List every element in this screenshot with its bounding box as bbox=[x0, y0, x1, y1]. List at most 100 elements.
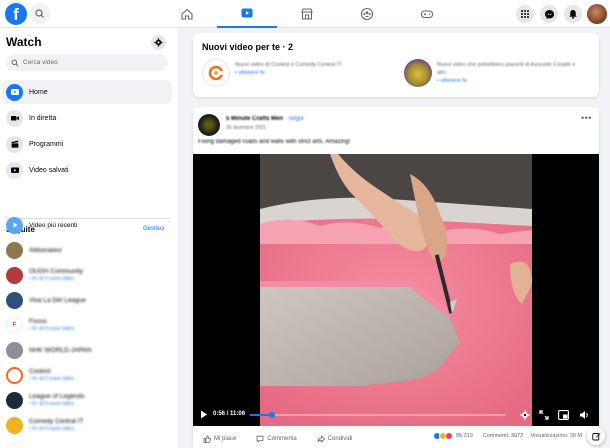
following-sub: • 9+ di 9 nuovi video bbox=[29, 401, 74, 407]
follow-link[interactable]: · Segui bbox=[285, 116, 304, 122]
video-still bbox=[260, 154, 532, 426]
page-avatar[interactable] bbox=[198, 114, 220, 136]
tab-groups[interactable] bbox=[337, 0, 397, 28]
following-item[interactable]: Comedy Central IT • 9+ di 9 nuovi video bbox=[4, 413, 174, 437]
following-item[interactable]: Viva La Dirt League bbox=[4, 288, 174, 312]
new-video-link[interactable]: • ottenere fe bbox=[235, 70, 265, 76]
top-navigation-bar: f bbox=[0, 0, 610, 28]
facebook-logo-icon[interactable]: f bbox=[5, 3, 27, 25]
comment-button[interactable]: Commenta bbox=[256, 435, 297, 443]
cookist-logo-icon bbox=[208, 65, 224, 81]
comment-label: Commenta bbox=[267, 435, 297, 442]
sidebar-item-label: Video salvati bbox=[29, 166, 69, 174]
share-button[interactable]: Condividi bbox=[317, 434, 352, 443]
post-actions: Mi piace Commenta Condividi 95 319 Comme… bbox=[193, 429, 599, 448]
following-item[interactable]: Cookist • 9+ di 9 nuovi video bbox=[4, 363, 174, 387]
compose-icon bbox=[591, 432, 600, 440]
following-item[interactable]: Video più recenti bbox=[4, 213, 174, 237]
following-item[interactable]: OUGH Community • 9+ di 9 nuovi video bbox=[4, 263, 174, 287]
progress-handle[interactable] bbox=[268, 412, 275, 418]
view-count: Visualizzazioni: 30 M bbox=[530, 433, 582, 439]
tab-home[interactable] bbox=[157, 0, 217, 28]
like-label: Mi piace bbox=[214, 435, 237, 442]
following-name: Focus bbox=[29, 318, 47, 325]
notifications-icon bbox=[569, 10, 577, 19]
menu-grid-icon bbox=[521, 10, 529, 18]
play-icon bbox=[13, 222, 17, 228]
comment-count[interactable]: Commenti: 3072 bbox=[483, 433, 523, 439]
following-name: OUGH Community bbox=[29, 268, 84, 275]
avatar bbox=[6, 366, 23, 384]
following-item[interactable]: League of Legends • 9+ di 9 nuovi video bbox=[4, 388, 174, 412]
following-item[interactable]: NHK WORLD-JAPAN bbox=[4, 338, 174, 362]
sidebar-item-live[interactable]: In diretta bbox=[2, 106, 172, 130]
tab-marketplace[interactable] bbox=[277, 0, 337, 28]
tab-gaming[interactable] bbox=[397, 0, 457, 28]
shows-icon-wrap bbox=[6, 135, 23, 153]
new-video-description: Nuovi video che potrebbero piacerti di A… bbox=[437, 62, 576, 76]
new-video-item[interactable]: Nuovi video che potrebbero piacerti di A… bbox=[404, 59, 594, 91]
play-icon[interactable] bbox=[200, 410, 208, 419]
video-progress-bar[interactable] bbox=[250, 412, 506, 418]
volume-icon[interactable] bbox=[579, 410, 590, 420]
post-date[interactable]: 26 dicembre 2021 · bbox=[226, 125, 269, 131]
profile-avatar[interactable] bbox=[587, 4, 607, 24]
menu-button[interactable] bbox=[516, 5, 534, 23]
mini-player-icon[interactable] bbox=[558, 410, 569, 420]
avatar bbox=[6, 241, 23, 259]
saved-icon bbox=[10, 167, 19, 173]
settings-button[interactable] bbox=[151, 35, 166, 50]
like-button[interactable]: Mi piace bbox=[203, 434, 237, 443]
search-icon bbox=[35, 9, 44, 18]
latest-videos-icon bbox=[6, 216, 23, 234]
new-video-link[interactable]: • ottenere fe bbox=[437, 78, 467, 84]
video-post: 5 Minute Crafts Men · Segui 26 dicembre … bbox=[193, 107, 599, 448]
following-item[interactable]: Abbonatevi bbox=[4, 238, 174, 262]
sidebar-item-shows[interactable]: Programmi bbox=[2, 132, 172, 156]
avatar bbox=[6, 341, 23, 359]
following-sub: • 9+ di 9 nuovi video bbox=[29, 376, 74, 382]
video-controls: 0:56 / 11:06 bbox=[193, 404, 599, 426]
messenger-button[interactable] bbox=[540, 5, 558, 23]
video-frame[interactable] bbox=[260, 154, 532, 426]
following-name: Viva La Dirt League bbox=[29, 296, 86, 304]
home-icon-wrap bbox=[6, 83, 23, 101]
avatar bbox=[6, 291, 23, 309]
post-caption: Fixing damaged roads and walls with stri… bbox=[198, 139, 351, 145]
groups-icon bbox=[360, 7, 374, 21]
watch-search-input[interactable]: Cerca video bbox=[6, 54, 168, 71]
notifications-button[interactable] bbox=[564, 5, 582, 23]
sidebar-item-label: In diretta bbox=[29, 114, 57, 122]
reaction-summary[interactable]: 95 319 Commenti: 3072 Visualizzazioni: 3… bbox=[433, 432, 588, 440]
following-name: Cookist bbox=[29, 368, 51, 375]
post-author[interactable]: 5 Minute Crafts Men · Segui bbox=[226, 116, 304, 122]
following-sub: • 9+ di 9 nuovi video bbox=[29, 326, 74, 332]
gear-icon[interactable] bbox=[520, 410, 530, 420]
love-reaction-icon bbox=[445, 432, 453, 440]
shows-icon bbox=[11, 140, 18, 148]
new-video-text: Nuovi video che potrebbero piacerti di A… bbox=[437, 61, 587, 85]
messenger-icon bbox=[544, 9, 554, 19]
search-button[interactable] bbox=[30, 4, 50, 24]
live-icon-wrap bbox=[6, 109, 23, 127]
following-name: NHK WORLD-JAPAN bbox=[29, 346, 92, 354]
author-name[interactable]: 5 Minute Crafts Men bbox=[226, 116, 283, 122]
sidebar-item-saved[interactable]: Video salvati bbox=[2, 158, 172, 182]
video-player[interactable]: 0:56 / 11:06 bbox=[193, 154, 599, 426]
sidebar-item-home[interactable]: Home bbox=[2, 80, 172, 104]
sidebar-item-label: Programmi bbox=[29, 140, 64, 148]
tab-watch[interactable] bbox=[217, 0, 277, 28]
new-video-item[interactable]: Nuovi video di Cookist e Comedy Central … bbox=[202, 59, 392, 91]
avatar bbox=[6, 266, 23, 284]
search-icon bbox=[11, 59, 19, 66]
avatar: F bbox=[6, 316, 23, 334]
following-sub: • 9+ di 9 nuovi video bbox=[29, 426, 74, 432]
new-video-description: Nuovi video di Cookist e Comedy Central … bbox=[235, 62, 343, 68]
new-message-button[interactable] bbox=[587, 427, 605, 445]
following-name: Comedy Central IT bbox=[29, 418, 84, 425]
more-options-icon[interactable]: ••• bbox=[581, 113, 592, 123]
fullscreen-icon[interactable] bbox=[539, 410, 549, 420]
following-item[interactable]: F Focus • 9+ di 9 nuovi video bbox=[4, 313, 174, 337]
live-video-icon bbox=[10, 116, 19, 121]
avatar bbox=[202, 59, 230, 87]
